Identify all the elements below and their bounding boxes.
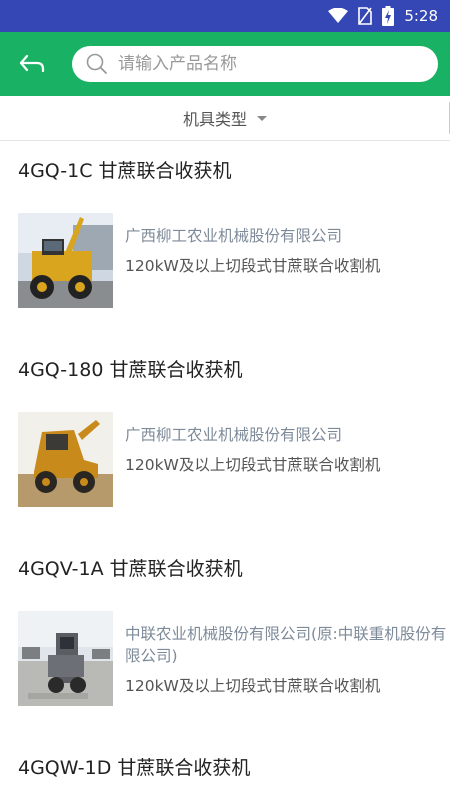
status-time: 5:28 (404, 7, 438, 25)
no-sim-icon (358, 7, 373, 25)
company-name: 广西柳工农业机械股份有限公司 (125, 426, 343, 444)
product-category: 120kW及以上切段式甘蔗联合收割机 (125, 677, 381, 695)
product-title: 4GQ-1C 甘蔗联合收获机 (18, 159, 232, 182)
company-name: 广西柳工农业机械股份有限公司 (125, 227, 343, 245)
product-row[interactable]: 广西柳工农业机械股份有限公司 120kW及以上切段式甘蔗联合收割机 (0, 396, 450, 539)
product-title: 4GQW-1D 甘蔗联合收获机 (18, 756, 251, 779)
search-box[interactable] (72, 46, 438, 82)
product-item[interactable]: 4GQ-1C 甘蔗联合收获机 广西柳工农业机械股份有限公司 120kW及以上切段… (0, 141, 450, 340)
search-icon (86, 53, 108, 75)
product-item[interactable]: 4GQW-1D 甘蔗联合收获机 (0, 738, 450, 794)
company-name: 中联农业机械股份有限公司(原:中联重机股份有限公司) (125, 625, 447, 665)
product-row[interactable]: 广西柳工农业机械股份有限公司 120kW及以上切段式甘蔗联合收割机 (0, 197, 450, 340)
product-category: 120kW及以上切段式甘蔗联合收割机 (125, 456, 381, 474)
product-image (18, 412, 113, 507)
filter-label: 机具类型 (182, 110, 247, 129)
product-row[interactable]: 中联农业机械股份有限公司(原:中联重机股份有限公司) 120kW及以上切段式甘蔗… (0, 595, 450, 738)
product-title: 4GQV-1A 甘蔗联合收获机 (18, 557, 243, 580)
product-item[interactable]: 4GQV-1A 甘蔗联合收获机 中联农业机械股份有限公司(原:中联重机股份有限公… (0, 539, 450, 738)
machine-type-filter[interactable]: 机具类型 (183, 106, 267, 130)
back-arrow-icon (19, 54, 45, 73)
app-bar (0, 32, 450, 96)
dropdown-caret-icon (257, 115, 267, 121)
product-list: 4GQ-1C 甘蔗联合收获机 广西柳工农业机械股份有限公司 120kW及以上切段… (0, 141, 450, 794)
product-image (18, 213, 113, 308)
product-item[interactable]: 4GQ-180 甘蔗联合收获机 广西柳工农业机械股份有限公司 120kW及以上切… (0, 340, 450, 539)
wifi-icon (328, 8, 349, 24)
status-bar: 5:28 (0, 0, 450, 32)
filter-bar: 机具类型 (0, 96, 450, 141)
product-title: 4GQ-180 甘蔗联合收获机 (18, 358, 243, 381)
product-image (18, 611, 113, 706)
product-category: 120kW及以上切段式甘蔗联合收割机 (125, 257, 381, 275)
battery-charging-icon (382, 6, 395, 26)
search-input[interactable] (118, 54, 438, 74)
back-button[interactable] (14, 46, 50, 82)
